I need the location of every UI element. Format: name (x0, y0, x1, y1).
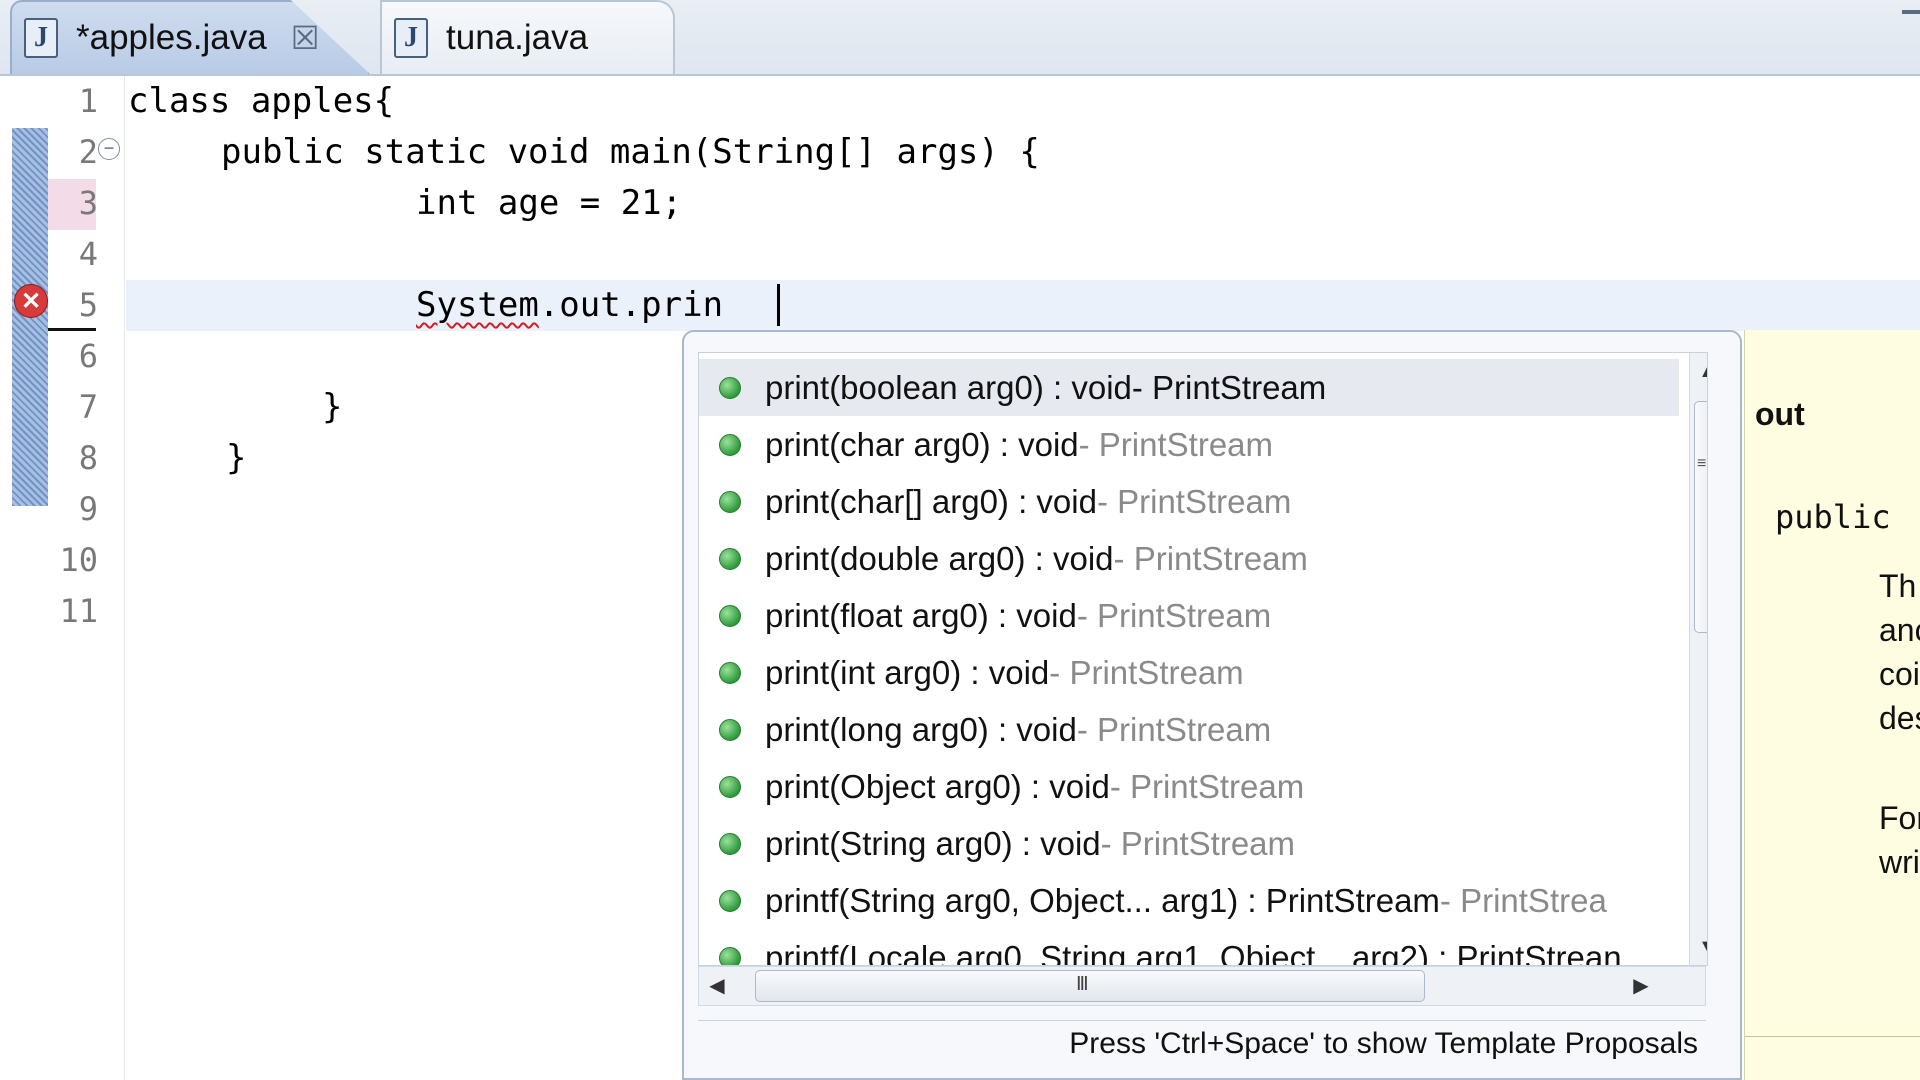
proposal-owner: - PrintStrea (1439, 881, 1607, 919)
proposal-item[interactable]: print(boolean arg0) : void - PrintStream (699, 359, 1679, 416)
proposal-list[interactable]: print(boolean arg0) : void - PrintStream… (698, 352, 1708, 966)
code-line-1: class apples{ (128, 81, 395, 121)
public-method-icon (719, 889, 741, 912)
proposal-signature: print(float arg0) : void (765, 596, 1077, 634)
editor-tab-bar: J *apples.java ☒ J tuna.java (0, 0, 1920, 76)
line-number: 1 (78, 82, 98, 120)
doc-text-line: anc (1879, 612, 1920, 648)
proposal-item[interactable]: print(float arg0) : void - PrintStream (699, 587, 1679, 644)
proposal-owner: - PrintStream (1078, 425, 1274, 463)
tab-label: *apples.java (76, 18, 267, 57)
line-number: 8 (78, 439, 98, 477)
proposal-signature: print(String arg0) : void (765, 824, 1101, 862)
public-method-icon (719, 376, 741, 399)
doc-text-line: des (1879, 700, 1920, 736)
proposal-signature: print(char arg0) : void (765, 425, 1079, 463)
proposal-owner: - PrintStream (1113, 539, 1308, 577)
java-file-icon: J (24, 18, 58, 58)
proposal-item[interactable]: print(char arg0) : void - PrintStream (699, 416, 1679, 473)
public-method-icon (719, 604, 741, 627)
proposal-item[interactable]: print(Object arg0) : void - PrintStream (699, 758, 1679, 815)
public-method-icon (719, 547, 741, 570)
content-assist-popup: print(boolean arg0) : void - PrintStream… (682, 330, 1742, 1080)
public-method-icon (719, 718, 741, 741)
proposal-signature: printf(Locale arg0, String arg1, Object.… (765, 938, 1622, 966)
proposal-signature: print(double arg0) : void (765, 539, 1114, 577)
proposal-signature: print(long arg0) : void (765, 710, 1077, 748)
proposal-signature: print(boolean arg0) : void (765, 368, 1132, 406)
proposal-item[interactable]: print(String arg0) : void - PrintStream (699, 815, 1679, 872)
code-line-3: int age = 21; (416, 183, 683, 223)
close-tab-icon[interactable]: ☒ (291, 19, 320, 57)
javadoc-hover: out public Th anc coi des For wri (1744, 330, 1920, 1080)
code-line-2: public static void main(String[] args) { (221, 132, 1040, 172)
line-number: 6 (78, 337, 98, 375)
proposal-item[interactable]: print(long arg0) : void - PrintStream (699, 701, 1679, 758)
line-number: 2 (78, 133, 98, 171)
assist-status-text: Press 'Ctrl+Space' to show Template Prop… (698, 1020, 1706, 1066)
scrollbar-thumb[interactable] (1694, 401, 1707, 633)
public-method-icon (719, 490, 741, 513)
proposal-owner: - PrintStream (1100, 824, 1296, 862)
text-caret (777, 284, 780, 326)
proposal-signature: print(int arg0) : void (765, 653, 1050, 691)
code-line-5: System.out.prin (416, 280, 723, 331)
collapse-icon[interactable]: − (98, 138, 120, 160)
error-icon[interactable]: ✕ (14, 284, 48, 318)
doc-text-line: For (1879, 800, 1920, 836)
doc-text-line: coi (1879, 656, 1920, 692)
tab-tuna-java[interactable]: J tuna.java (380, 0, 675, 74)
current-line-highlight (126, 280, 1920, 331)
line-number: 7 (78, 388, 98, 426)
proposal-owner: - PrintStream (1109, 767, 1305, 805)
scroll-right-icon[interactable]: ▶ (1623, 967, 1659, 1005)
proposal-item[interactable]: printf(String arg0, Object... arg1) : Pr… (699, 872, 1679, 929)
grip-icon: III (1076, 973, 1089, 995)
scroll-up-icon[interactable]: ▲ (1690, 353, 1707, 389)
line-number: 3 (78, 184, 98, 222)
doc-text-line: wri (1879, 844, 1920, 880)
proposal-owner: - PrintStream (1076, 596, 1272, 634)
tab-label: tuna.java (446, 18, 589, 57)
line-number: 5 (78, 286, 98, 324)
scrollbar-thumb[interactable]: III (755, 970, 1425, 1002)
doc-title: out (1755, 396, 1805, 432)
proposal-owner: - PrintStream (1049, 653, 1244, 691)
proposal-signature: printf(String arg0, Object... arg1) : Pr… (765, 881, 1440, 919)
line-number: 4 (78, 235, 98, 273)
error-underline-text: System (416, 285, 539, 325)
proposal-signature: print(Object arg0) : void (765, 767, 1110, 805)
code-line-7: } (322, 387, 343, 427)
code-line-8: } (226, 438, 247, 478)
proposal-owner: - PrintStream (1131, 368, 1327, 406)
horizontal-scrollbar[interactable]: ◀ III ▶ (698, 966, 1706, 1006)
doc-signature: public (1775, 498, 1891, 536)
grip-icon: ≡ (1697, 455, 1707, 472)
proposal-owner: - PrintStream (1096, 482, 1292, 520)
divider (1745, 1036, 1920, 1037)
minimize-icon[interactable] (1902, 10, 1920, 14)
vertical-scrollbar[interactable]: ▲ ≡ ▼ (1689, 353, 1707, 965)
code-text: .out.prin (538, 285, 724, 325)
scroll-down-icon[interactable]: ▼ (1690, 929, 1707, 965)
line-number: 10 (59, 541, 98, 579)
proposal-item[interactable]: print(double arg0) : void - PrintStream (699, 530, 1679, 587)
proposal-item[interactable]: printf(Locale arg0, String arg1, Object.… (699, 929, 1679, 966)
public-method-icon (719, 946, 741, 965)
scroll-left-icon[interactable]: ◀ (699, 967, 735, 1005)
line-number: 11 (59, 592, 98, 630)
tab-apples-java[interactable]: J *apples.java ☒ (10, 0, 370, 74)
public-method-icon (719, 433, 741, 456)
public-method-icon (719, 661, 741, 684)
doc-text-line: Th (1879, 568, 1917, 604)
proposal-owner: - PrintStream (1076, 710, 1272, 748)
public-method-icon (719, 775, 741, 798)
proposal-item[interactable]: print(int arg0) : void - PrintStream (699, 644, 1679, 701)
public-method-icon (719, 832, 741, 855)
error-line-marker (48, 328, 96, 331)
proposal-item[interactable]: print(char[] arg0) : void - PrintStream (699, 473, 1679, 530)
proposal-signature: print(char[] arg0) : void (765, 482, 1097, 520)
java-file-icon: J (394, 18, 428, 58)
line-number: 9 (78, 490, 98, 528)
